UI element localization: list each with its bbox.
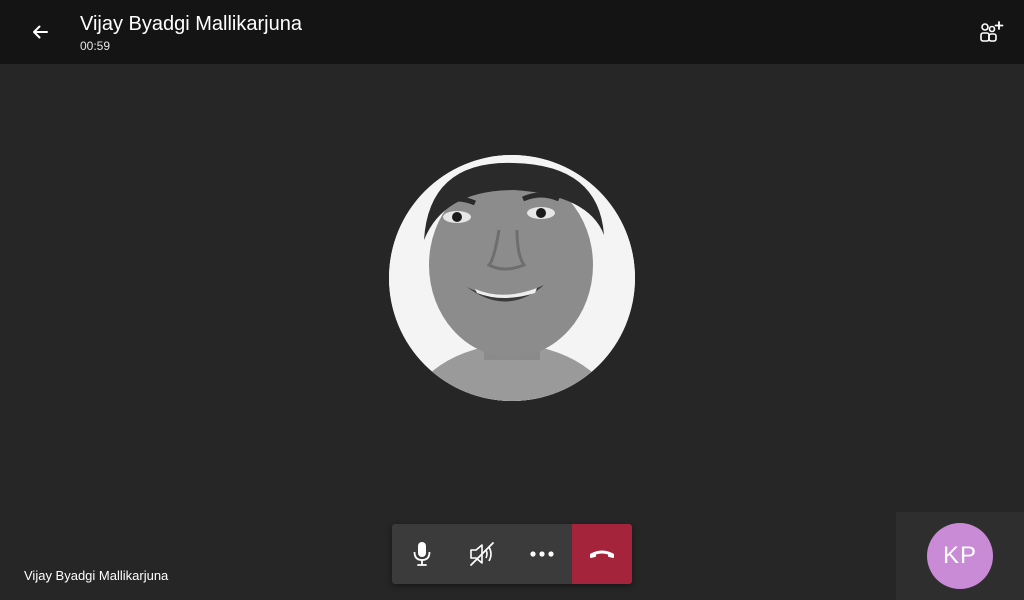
speaker-muted-icon [470,542,494,566]
participant-name-label: Vijay Byadgi Mallikarjuna [24,568,169,583]
more-options-icon [530,551,554,557]
back-button[interactable] [20,12,60,52]
hang-up-icon [590,550,614,558]
microphone-icon [413,542,431,566]
hang-up-button[interactable] [572,524,632,584]
self-avatar: KP [927,523,993,589]
call-controls [392,524,632,584]
more-options-button[interactable] [512,524,572,584]
self-preview[interactable]: KP [896,512,1024,600]
call-timer: 00:59 [80,39,111,53]
speaker-toggle-button[interactable] [452,524,512,584]
remote-participant-avatar [389,155,635,401]
call-header: Vijay Byadgi Mallikarjuna 00:59 [0,0,1024,64]
add-people-button[interactable] [974,14,1010,50]
call-title: Vijay Byadgi Mallikarjuna [80,13,302,35]
mute-microphone-button[interactable] [392,524,452,584]
call-screen: Vijay Byadgi Mallikarjuna 00:59 Vijay By… [0,0,1024,600]
arrow-left-icon [33,25,48,39]
remote-participant-photo [389,155,635,401]
call-titles: Vijay Byadgi Mallikarjuna 00:59 [80,11,302,54]
add-people-icon [980,21,1004,42]
